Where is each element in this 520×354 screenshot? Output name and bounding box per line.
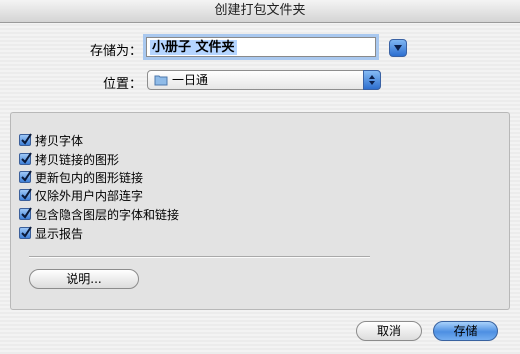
option-label: 拷贝链接的图形 [35,152,120,167]
checkbox[interactable] [19,207,32,220]
option-copy-linked-graphics[interactable]: 拷贝链接的图形 [19,151,119,167]
separator [29,256,370,258]
where-value: 一日通 [172,73,209,87]
checkbox[interactable] [19,170,32,183]
cancel-button[interactable]: 取消 [356,321,422,341]
option-copy-fonts[interactable]: 拷贝字体 [19,132,83,148]
save-button[interactable]: 存储 [433,321,498,341]
checkmark-icon [21,207,32,219]
option-update-graphic-links[interactable]: 更新包内的图形链接 [19,169,143,185]
expand-dialog-button[interactable] [389,39,407,57]
checkmark-icon [21,152,32,164]
option-label: 更新包内的图形链接 [35,170,144,185]
option-label: 包含隐含图层的字体和链接 [35,207,180,222]
checkbox[interactable] [19,133,32,146]
option-show-report[interactable]: 显示报告 [19,225,83,241]
checkbox[interactable] [19,188,32,201]
checkmark-icon [21,226,32,238]
checkmark-icon [21,170,32,182]
save-as-input[interactable]: 小册子 文件夹 [146,37,376,57]
checkbox[interactable] [19,226,32,239]
option-include-hidden-layers[interactable]: 包含隐含图层的字体和链接 [19,206,179,222]
option-label: 拷贝字体 [35,133,84,148]
save-as-label: 存储为： [89,44,142,59]
instructions-button[interactable]: 说明... [29,269,139,289]
folder-icon [154,75,168,86]
window-title: 创建打包文件夹 [214,3,306,18]
checkbox[interactable] [19,152,32,165]
option-label: 仅除外用户内部连字 [35,188,144,203]
save-as-value: 小册子 文件夹 [150,40,237,55]
where-popup-menu[interactable]: 一日通 [147,70,381,90]
option-label: 显示报告 [35,226,84,241]
window-title-bar: 创建打包文件夹 [0,0,520,23]
popup-arrows-icon [363,70,381,90]
option-exclude-user-ligatures[interactable]: 仅除外用户内部连字 [19,187,143,203]
checkmark-icon [21,133,32,145]
checkmark-icon [21,188,32,200]
where-label: 位置： [102,77,142,92]
disclosure-triangle-icon [394,45,402,51]
